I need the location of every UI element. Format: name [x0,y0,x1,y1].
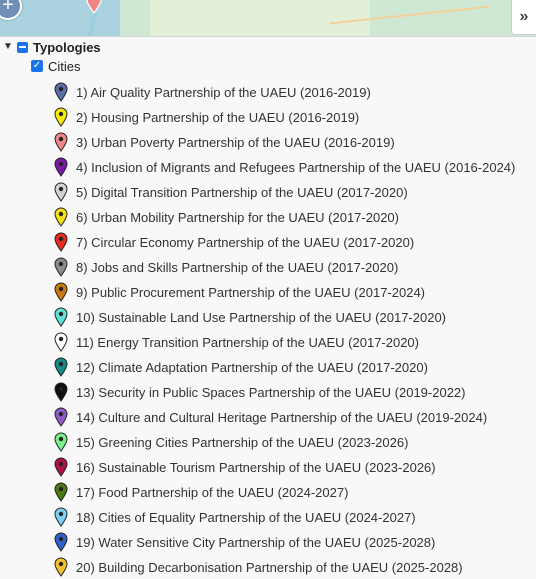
legend-item[interactable]: 14) Culture and Cultural Heritage Partne… [54,406,487,428]
legend-item-label: 4) Inclusion of Migrants and Refugees Pa… [76,159,516,175]
legend-item[interactable]: 8) Jobs and Skills Partnership of the UA… [54,256,398,278]
map-pin-icon [54,282,68,302]
legend-item-label: 17) Food Partnership of the UAEU (2024-2… [76,484,349,500]
legend-item-label: 3) Urban Poverty Partnership of the UAEU… [76,134,395,150]
legend-item[interactable]: 5) Digital Transition Partnership of the… [54,181,408,203]
legend-item[interactable]: 7) Circular Economy Partnership of the U… [54,231,414,253]
legend-item-label: 7) Circular Economy Partnership of the U… [76,234,415,250]
legend-item-label: 8) Jobs and Skills Partnership of the UA… [76,259,399,275]
legend-item[interactable]: 9) Public Procurement Partnership of the… [54,281,425,303]
legend-item-label: 16) Sustainable Tourism Partnership of t… [76,459,436,475]
map-pin-icon [54,257,68,277]
map-pin-icon [54,157,68,177]
legend-item-label: 10) Sustainable Land Use Partnership of … [76,309,446,325]
legend-item-label: 2) Housing Partnership of the UAEU (2016… [76,109,360,125]
map-pin-icon [54,382,68,402]
legend-item[interactable]: 18) Cities of Equality Partnership of th… [54,506,416,528]
map-land [150,0,370,36]
cities-checkbox[interactable]: ✓ [31,60,43,72]
legend-item-label: 14) Culture and Cultural Heritage Partne… [76,409,488,425]
map-pin-icon [54,407,68,427]
legend-item-label: 9) Public Procurement Partnership of the… [76,284,426,300]
map-pin-icon [54,557,68,577]
typologies-checkbox[interactable] [17,41,28,53]
chevron-down-icon[interactable]: ▼ [3,42,13,52]
legend-item-label: 15) Greening Cities Partnership of the U… [76,434,409,450]
legend-item[interactable]: 13) Security in Public Spaces Partnershi… [54,381,465,403]
map-pin-icon [54,507,68,527]
map-pin-icon [54,232,68,252]
legend-item-label: 6) Urban Mobility Partnership for the UA… [76,209,399,225]
legend-item[interactable]: 4) Inclusion of Migrants and Refugees Pa… [54,156,515,178]
legend-item-label: 19) Water Sensitive City Partnership of … [76,534,436,550]
map-pin-icon [54,307,68,327]
tree-node-cities[interactable]: ✓ Cities [31,55,81,77]
map-pin-icon [54,82,68,102]
map-pin-icon [54,432,68,452]
legend-item[interactable]: 20) Building Decarbonisation Partnership… [54,556,463,578]
legend-item[interactable]: 17) Food Partnership of the UAEU (2024-2… [54,481,348,503]
legend-item-label: 18) Cities of Equality Partnership of th… [76,509,416,525]
legend-item[interactable]: 12) Climate Adaptation Partnership of th… [54,356,428,378]
map-pin-icon [54,457,68,477]
map-marker-icon[interactable] [86,0,102,14]
map-pin-icon [54,132,68,152]
legend-item[interactable]: 10) Sustainable Land Use Partnership of … [54,306,446,328]
legend-item-label: 13) Security in Public Spaces Partnershi… [76,384,466,400]
legend-item[interactable]: 3) Urban Poverty Partnership of the UAEU… [54,131,395,153]
map-view[interactable]: + [0,0,536,37]
map-pin-icon [54,357,68,377]
legend-item[interactable]: 19) Water Sensitive City Partnership of … [54,531,435,553]
map-pin-icon [54,107,68,127]
legend-item[interactable]: 11) Energy Transition Partnership of the… [54,331,419,353]
typologies-label: Typologies [33,39,101,55]
legend-item[interactable]: 15) Greening Cities Partnership of the U… [54,431,408,453]
map-pin-icon [54,332,68,352]
cities-label: Cities [48,58,81,74]
legend-item-label: 11) Energy Transition Partnership of the… [76,334,419,350]
map-pin-icon [54,207,68,227]
map-pin-icon [54,182,68,202]
panel-collapse-button[interactable]: » [511,0,536,35]
legend-item[interactable]: 1) Air Quality Partnership of the UAEU (… [54,81,371,103]
legend-item-label: 5) Digital Transition Partnership of the… [76,184,408,200]
legend-item[interactable]: 6) Urban Mobility Partnership for the UA… [54,206,399,228]
legend-item[interactable]: 2) Housing Partnership of the UAEU (2016… [54,106,359,128]
map-pin-icon [54,532,68,552]
legend-item-label: 12) Climate Adaptation Partnership of th… [76,359,428,375]
legend-item-label: 1) Air Quality Partnership of the UAEU (… [76,84,371,100]
legend-item-label: 20) Building Decarbonisation Partnership… [76,559,463,575]
map-pin-icon [54,482,68,502]
legend-item[interactable]: 16) Sustainable Tourism Partnership of t… [54,456,436,478]
